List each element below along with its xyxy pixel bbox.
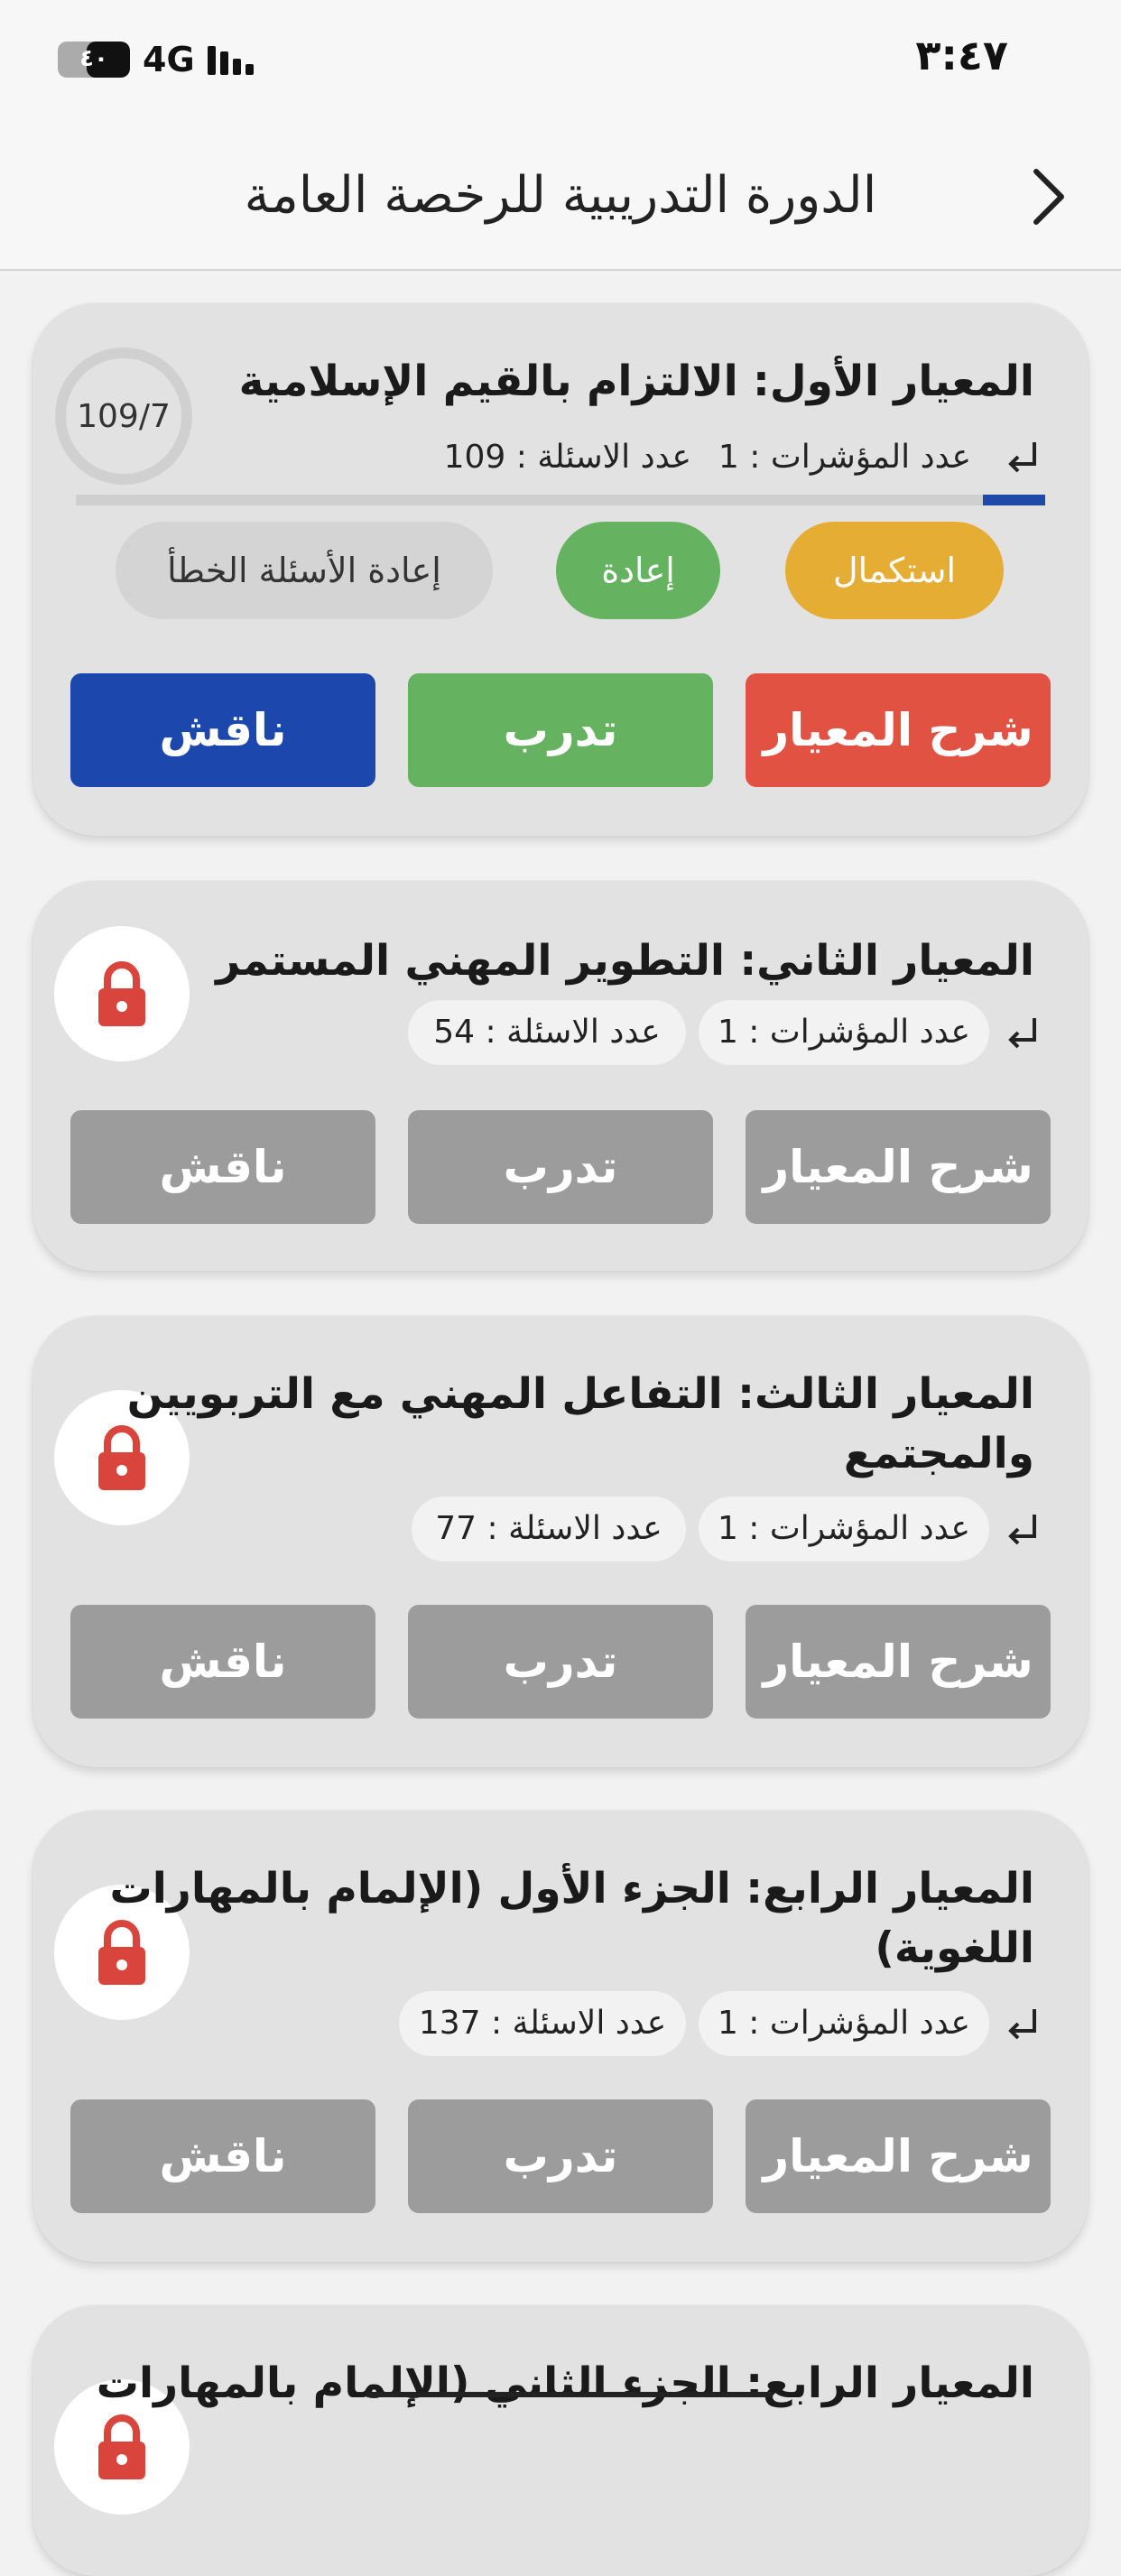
standard-title-line-2: اللغوية) [875,1923,1034,1973]
return-arrow-icon [1008,1018,1036,1049]
explain-standard-button[interactable]: شرح المعيار [746,1605,1051,1719]
explain-standard-button[interactable]: شرح المعيار [746,1110,1051,1224]
lock-badge [54,926,190,1061]
standard-title: المعيار الرابع: الجزء الثاني (الإلمام با… [96,2358,1034,2408]
discuss-button[interactable]: ناقش [70,1110,375,1224]
app-header: الدورة التدريبية للرخصة العامة [0,126,1121,271]
return-arrow-icon [1008,2009,1036,2040]
lock-icon [98,1920,145,1985]
return-arrow-icon [1008,1515,1036,1545]
status-time: ٣:٤٧ [915,31,1008,79]
standard-title: المعيار الأول: الالتزام بالقيم الإسلامية [238,357,1034,406]
questions-count: عدد الاسئلة : 77 [412,1496,686,1561]
standard-title-line-1: المعيار الرابع: الجزء الأول (الإلمام بال… [109,1864,1034,1913]
questions-count: عدد الاسئلة : 137 [399,1991,686,2056]
standard-title-line-2: والمجتمع [843,1429,1034,1478]
lock-icon [98,961,145,1026]
standard-card-3: المعيار الثالث: التفاعل المهني مع التربو… [32,1316,1089,1767]
progress-bar-fill [983,495,1045,505]
indicators-count: عدد المؤشرات : 1 [699,1496,989,1561]
standard-card-4: المعيار الرابع: الجزء الأول (الإلمام بال… [32,1811,1089,2262]
page-title: الدورة التدريبية للرخصة العامة [244,166,877,225]
retry-wrong-button[interactable]: إعادة الأسئلة الخطأ [116,522,493,619]
repeat-button[interactable]: إعادة [556,522,720,619]
chevron-right-icon[interactable] [1022,162,1076,231]
train-button[interactable]: تدرب [408,1605,713,1719]
indicators-count: عدد المؤشرات : 1 [699,1991,989,2056]
signal-icon [207,44,254,75]
network-type: 4G [143,40,195,79]
standard-card-2: المعيار الثاني: التطوير المهني المستمر ع… [32,881,1089,1271]
train-button[interactable]: تدرب [408,673,713,787]
battery-level: ٤٠ [79,45,108,72]
scroll-indicator [366,2392,773,2397]
discuss-button[interactable]: ناقش [70,1605,375,1719]
progress-bar [76,495,1045,505]
questions-count: عدد الاسئلة : 109 [443,439,691,476]
discuss-button[interactable]: ناقش [70,2099,375,2213]
lock-icon [98,2414,145,2479]
status-bar: ٤٠ 4G ٣:٤٧ [0,0,1121,126]
lock-icon [98,1425,145,1490]
indicators-count: عدد المؤشرات : 1 [699,1000,989,1065]
standard-title-line-1: المعيار الثالث: التفاعل المهني مع التربو… [126,1369,1034,1419]
return-arrow-icon [1008,442,1036,473]
train-button[interactable]: تدرب [408,2099,713,2213]
explain-standard-button[interactable]: شرح المعيار [746,673,1051,787]
explain-standard-button[interactable]: شرح المعيار [746,2099,1051,2213]
standard-card-1: 109/7 المعيار الأول: الالتزام بالقيم الإ… [32,303,1089,836]
indicators-count: عدد المؤشرات : 1 [718,439,971,476]
discuss-button[interactable]: ناقش [70,673,375,787]
battery-icon: ٤٠ [58,42,130,78]
questions-count: عدد الاسئلة : 54 [408,1000,686,1065]
train-button[interactable]: تدرب [408,1110,713,1224]
standard-title: المعيار الثاني: التطوير المهني المستمر [216,936,1034,986]
complete-button[interactable]: استكمال [785,522,1004,619]
status-indicators: ٤٠ 4G [58,40,254,79]
progress-count: 109/7 [77,397,171,435]
standard-card-5: المعيار الرابع: الجزء الثاني (الإلمام با… [32,2305,1089,2576]
